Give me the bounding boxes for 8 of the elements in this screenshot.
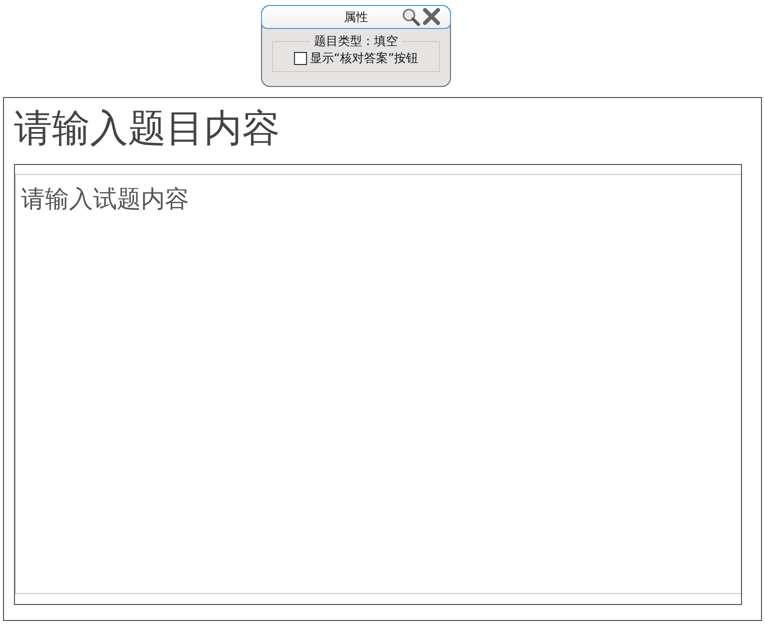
question-type-label: 题目类型：填空: [313, 33, 399, 50]
checkbox[interactable]: [294, 52, 307, 65]
panel-title: 属性: [344, 8, 368, 26]
content-editor[interactable]: 请输入试题内容: [14, 164, 742, 605]
search-icon[interactable]: [402, 8, 420, 26]
checkbox-label[interactable]: 显示“核对答案”按钮: [310, 50, 418, 67]
close-icon[interactable]: [423, 8, 440, 25]
question-title[interactable]: 请输入题目内容: [14, 105, 741, 151]
